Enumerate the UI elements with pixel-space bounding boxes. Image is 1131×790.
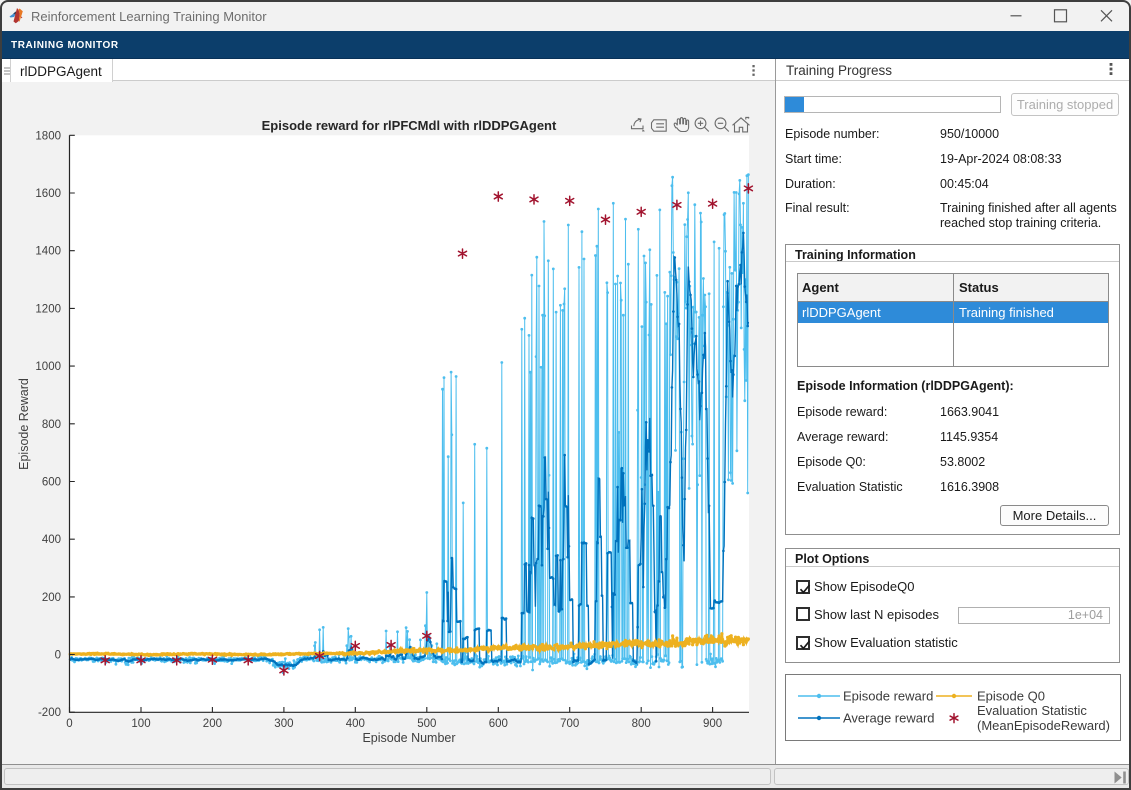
svg-text:Episode reward: Episode reward [843, 689, 933, 704]
svg-text:100: 100 [131, 718, 150, 730]
svg-text:1200: 1200 [35, 303, 61, 315]
svg-text:800: 800 [42, 419, 61, 431]
svg-text:900: 900 [703, 718, 722, 730]
svg-text:1600: 1600 [35, 188, 61, 200]
svg-text:Episode Reward: Episode Reward [17, 378, 31, 470]
svg-text:200: 200 [42, 592, 61, 604]
svg-text:0: 0 [55, 650, 61, 662]
svg-text:-200: -200 [38, 707, 61, 719]
svg-text:800: 800 [632, 718, 651, 730]
svg-text:1000: 1000 [35, 361, 61, 373]
svg-text:300: 300 [274, 718, 293, 730]
svg-text:600: 600 [489, 718, 508, 730]
svg-text:200: 200 [203, 718, 222, 730]
svg-text:Average reward: Average reward [843, 711, 935, 726]
svg-text:0: 0 [66, 718, 72, 730]
svg-text:Episode Number: Episode Number [362, 731, 455, 745]
svg-text:400: 400 [42, 534, 61, 546]
svg-text:(MeanEpisodeReward): (MeanEpisodeReward) [977, 718, 1110, 733]
svg-text:400: 400 [346, 718, 365, 730]
svg-text:Episode Q0: Episode Q0 [977, 689, 1045, 704]
svg-text:1800: 1800 [35, 130, 61, 142]
svg-text:Episode reward for rlPFCMdl wi: Episode reward for rlPFCMdl with rlDDPGA… [262, 118, 557, 133]
svg-text:700: 700 [560, 718, 579, 730]
svg-text:600: 600 [42, 477, 61, 489]
svg-text:1400: 1400 [35, 246, 61, 258]
svg-text:Evaluation Statistic: Evaluation Statistic [977, 703, 1087, 718]
svg-text:500: 500 [417, 718, 436, 730]
